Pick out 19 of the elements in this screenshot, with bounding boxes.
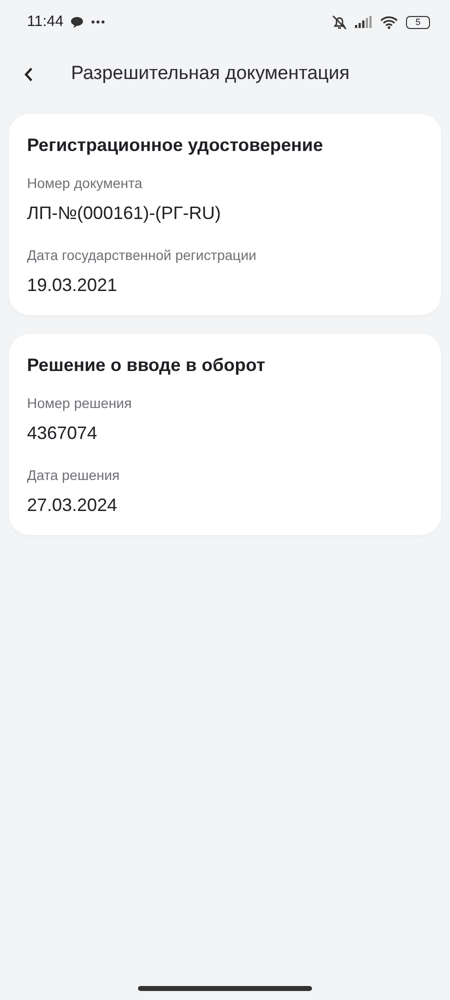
field-value: ЛП-№(000161)-(РГ-RU) [27, 202, 222, 225]
field-value: 27.03.2024 [27, 494, 118, 517]
wifi-icon [380, 16, 398, 28]
field-label: Номер решения [27, 394, 133, 413]
signal-icon [355, 16, 372, 28]
page-title: Разрешительная документация [71, 62, 350, 86]
field-label: Дата государственной регистрации [27, 246, 258, 265]
card-title: Регистрационное удостоверение [27, 134, 324, 157]
muted-bell-icon [332, 14, 347, 30]
chat-icon [71, 16, 84, 28]
field-value: 19.03.2021 [27, 274, 118, 297]
field-label: Номер документа [27, 174, 144, 193]
battery-level: 5 [406, 16, 430, 28]
back-icon[interactable] [24, 66, 33, 82]
more-icon [91, 20, 106, 24]
field-label: Дата решения [27, 466, 121, 485]
status-time: 11:44 [27, 12, 64, 32]
field-value: 4367074 [27, 422, 98, 445]
card-title: Решение о вводе в оборот [27, 354, 266, 377]
